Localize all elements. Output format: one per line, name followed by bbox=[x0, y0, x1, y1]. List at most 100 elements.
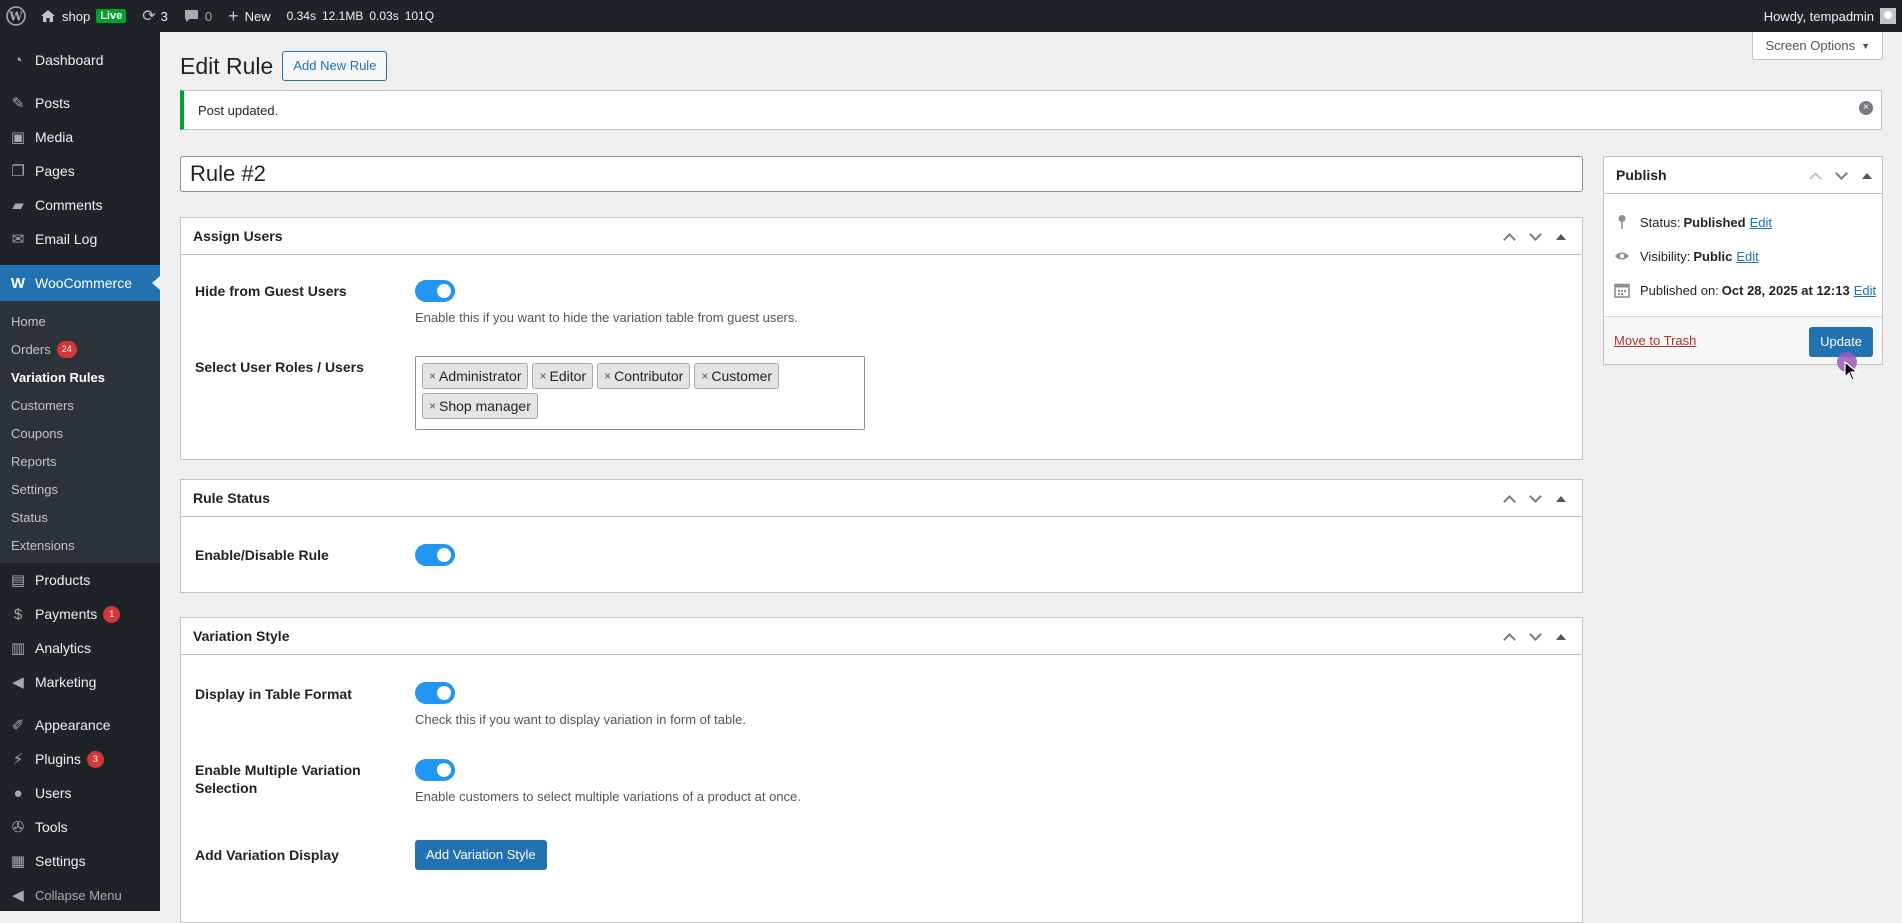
menu-email-log[interactable]: ✉ Email Log bbox=[0, 222, 160, 256]
move-down-button[interactable] bbox=[1522, 480, 1548, 517]
submenu-extensions[interactable]: Extensions bbox=[0, 531, 160, 559]
collapse-icon: ◀ bbox=[12, 887, 24, 904]
user-roles-select[interactable]: × Administrator × Editor × Contributor × Custom… bbox=[415, 356, 865, 430]
user-role-chip[interactable]: × Customer bbox=[694, 363, 780, 389]
publish-header: Publish bbox=[1604, 157, 1882, 194]
menu-users[interactable]: ● Users bbox=[0, 776, 160, 810]
user-role-chip[interactable]: × Editor bbox=[532, 363, 594, 389]
chip-label: Editor bbox=[549, 368, 587, 384]
add-variation-style-button[interactable]: Add Variation Style bbox=[415, 840, 547, 870]
toggle-panel-button[interactable] bbox=[1548, 218, 1574, 255]
collapse-triangle-icon bbox=[1556, 495, 1566, 502]
move-down-button[interactable] bbox=[1522, 218, 1548, 255]
toggle-panel-button[interactable] bbox=[1548, 618, 1574, 655]
screen-options-label: Screen Options bbox=[1765, 38, 1856, 53]
chip-label: Shop manager bbox=[439, 398, 531, 414]
page-title: Edit Rule bbox=[180, 52, 274, 79]
submenu-orders[interactable]: Orders 24 bbox=[0, 335, 160, 363]
remove-chip-icon[interactable]: × bbox=[701, 369, 708, 383]
menu-label: Plugins bbox=[35, 751, 81, 767]
edit-date-link[interactable]: Edit bbox=[1854, 283, 1876, 298]
menu-products[interactable]: ▤ Products bbox=[0, 563, 160, 597]
move-up-button[interactable] bbox=[1496, 480, 1522, 517]
hide-guest-label: Hide from Guest Users bbox=[195, 283, 347, 299]
move-up-button[interactable] bbox=[1496, 218, 1522, 255]
wordpress-logo-icon[interactable]: W bbox=[0, 0, 32, 32]
box-title: Rule Status bbox=[193, 490, 271, 506]
move-up-button[interactable] bbox=[1802, 157, 1828, 194]
screen-options-button[interactable]: Screen Options ▼ bbox=[1752, 32, 1883, 60]
toggle-panel-button[interactable] bbox=[1854, 157, 1880, 194]
mouse-pointer-icon bbox=[1844, 361, 1858, 381]
table-format-label: Display in Table Format bbox=[195, 686, 352, 702]
menu-marketing[interactable]: ◀ Marketing bbox=[0, 665, 160, 699]
submenu-customers[interactable]: Customers bbox=[0, 391, 160, 419]
media-icon: ▣ bbox=[10, 129, 26, 146]
user-role-chip[interactable]: × Shop manager bbox=[422, 393, 538, 419]
chevron-up-icon bbox=[1808, 171, 1822, 185]
menu-media[interactable]: ▣ Media bbox=[0, 120, 160, 154]
move-down-button[interactable] bbox=[1828, 157, 1854, 194]
toggle-panel-button[interactable] bbox=[1548, 480, 1574, 517]
new-content-link[interactable]: + New bbox=[220, 0, 279, 32]
menu-appearance[interactable]: ✐ Appearance bbox=[0, 708, 160, 742]
menu-woocommerce[interactable]: W WooCommerce bbox=[0, 265, 160, 301]
submenu-home[interactable]: Home bbox=[0, 307, 160, 335]
submenu-coupons[interactable]: Coupons bbox=[0, 419, 160, 447]
post-title-input[interactable]: Rule #2 bbox=[180, 156, 1583, 192]
chip-label: Customer bbox=[711, 368, 773, 384]
menu-settings[interactable]: ▦ Settings bbox=[0, 844, 160, 878]
menu-dashboard[interactable]: ◔ Dashboard bbox=[0, 43, 160, 77]
menu-label: Media bbox=[35, 129, 74, 145]
menu-analytics[interactable]: ▥ Analytics bbox=[0, 631, 160, 665]
admin-sidebar: ◔ Dashboard ✎ Posts ▣ Media ❐ Pages ▰ Comment… bbox=[0, 32, 160, 911]
query-monitor-link[interactable]: 0.34s 12.1MB 0.03s 101Q bbox=[279, 0, 442, 32]
paintbrush-icon: ✐ bbox=[11, 717, 25, 734]
comments-link[interactable]: 0 bbox=[176, 0, 220, 32]
submenu-reports[interactable]: Reports bbox=[0, 447, 160, 475]
my-account-link[interactable]: Howdy, tempadmin bbox=[1756, 0, 1902, 32]
hide-guest-toggle[interactable] bbox=[415, 280, 455, 302]
menu-plugins[interactable]: ⚡ Plugins 3 bbox=[0, 742, 160, 776]
remove-chip-icon[interactable]: × bbox=[604, 369, 611, 383]
menu-payments[interactable]: $ Payments 1 bbox=[0, 597, 160, 631]
updates-link[interactable]: ⟳ 3 bbox=[134, 0, 176, 32]
move-up-button[interactable] bbox=[1496, 618, 1522, 655]
menu-pages[interactable]: ❐ Pages bbox=[0, 154, 160, 188]
remove-chip-icon[interactable]: × bbox=[429, 399, 436, 413]
submenu-status[interactable]: Status bbox=[0, 503, 160, 531]
enable-rule-toggle[interactable] bbox=[415, 544, 455, 566]
edit-visibility-link[interactable]: Edit bbox=[1736, 249, 1758, 264]
plug-icon: ⚡ bbox=[12, 751, 24, 768]
move-down-button[interactable] bbox=[1522, 618, 1548, 655]
add-new-rule-button[interactable]: Add New Rule bbox=[282, 51, 388, 81]
user-role-chip[interactable]: × Contributor bbox=[597, 363, 691, 389]
move-to-trash-link[interactable]: Move to Trash bbox=[1614, 333, 1696, 348]
woocommerce-icon: W bbox=[10, 274, 26, 292]
remove-chip-icon[interactable]: × bbox=[539, 369, 546, 383]
user-role-chip[interactable]: × Administrator bbox=[422, 363, 529, 389]
menu-tools[interactable]: ✇ Tools bbox=[0, 810, 160, 844]
live-badge: Live bbox=[96, 9, 127, 23]
payments-count-badge: 1 bbox=[103, 605, 121, 623]
chevron-down-icon bbox=[1528, 489, 1542, 503]
perf-query-time: 0.03s bbox=[369, 9, 399, 23]
remove-chip-icon[interactable]: × bbox=[429, 369, 436, 383]
menu-posts[interactable]: ✎ Posts bbox=[0, 86, 160, 120]
menu-collapse[interactable]: ◀ Collapse Menu bbox=[0, 878, 160, 912]
table-format-toggle[interactable] bbox=[415, 682, 455, 704]
multi-variation-toggle[interactable] bbox=[415, 759, 455, 781]
main-content: Screen Options ▼ Edit Rule Add New Rule … bbox=[160, 32, 1902, 923]
chevron-down-icon bbox=[1528, 227, 1542, 241]
caret-down-icon: ▼ bbox=[1861, 40, 1870, 51]
plus-icon: + bbox=[228, 6, 239, 26]
edit-status-link[interactable]: Edit bbox=[1750, 215, 1772, 230]
site-name-link[interactable]: shop Live bbox=[32, 0, 134, 32]
chip-label: Administrator bbox=[439, 368, 522, 384]
submenu-variation-rules[interactable]: Variation Rules bbox=[0, 363, 160, 391]
dismiss-icon[interactable]: × bbox=[1859, 101, 1873, 115]
menu-comments[interactable]: ▰ Comments bbox=[0, 188, 160, 222]
menu-label: Email Log bbox=[35, 231, 98, 247]
submenu-settings[interactable]: Settings bbox=[0, 475, 160, 503]
post-updated-notice: Post updated. × bbox=[180, 90, 1882, 130]
